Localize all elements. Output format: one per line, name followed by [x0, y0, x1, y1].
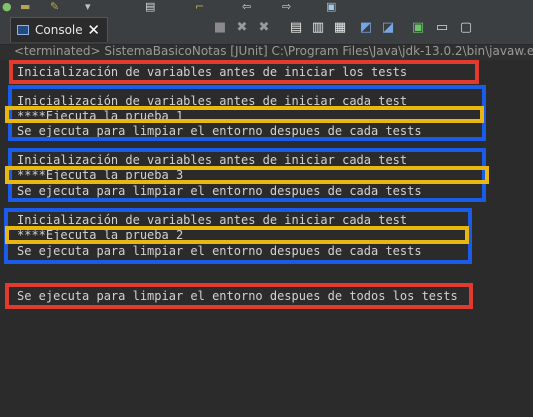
scroll-lock-icon[interactable]: ▥	[310, 20, 326, 36]
highlight-box-yellow	[5, 226, 469, 244]
launch-status: <terminated> SistemaBasicoNotas [JUnit] …	[14, 44, 533, 58]
view-menu-icon[interactable]: ▢	[458, 20, 474, 36]
prev-edit-icon[interactable]: ⌐	[195, 1, 204, 13]
edit-icon[interactable]: ✎	[50, 1, 59, 13]
back-icon[interactable]: ⇦	[242, 1, 251, 13]
pin-console-icon[interactable]: ◪	[380, 20, 396, 36]
highlight-box-yellow	[5, 166, 489, 184]
highlight-box-yellow	[5, 106, 484, 123]
clear-console-icon[interactable]: ▤	[288, 20, 304, 36]
terminate-icon[interactable]: ■	[212, 20, 228, 36]
perspective-icon[interactable]: ▣	[326, 1, 336, 13]
highlight-box-red	[5, 283, 473, 309]
folder-icon[interactable]: ▬	[20, 1, 30, 13]
word-wrap-icon[interactable]: ▦	[332, 20, 348, 36]
remove-all-icon[interactable]: ✖	[256, 20, 272, 36]
console-icon	[17, 25, 29, 35]
show-on-output-icon[interactable]: ◩	[358, 20, 374, 36]
display-console-icon[interactable]: ▣	[410, 20, 426, 36]
navigate-icon[interactable]: ▾	[85, 1, 91, 13]
tab-console-label: Console	[35, 23, 83, 37]
forward-icon[interactable]: ⇨	[282, 1, 291, 13]
close-icon[interactable]: ✕	[87, 22, 100, 38]
annotation-icon[interactable]: ▤	[145, 1, 155, 13]
run-icon[interactable]: ●	[2, 1, 12, 13]
console-output[interactable]: Inicialización de variables antes de ini…	[0, 60, 533, 417]
tab-console[interactable]: Console ✕	[10, 17, 108, 42]
console-toolbar: ■ ✖ ✖ ▤ ▥ ▦ ◩ ◪ ▣ ▭ ▢	[212, 18, 533, 40]
remove-launch-icon[interactable]: ✖	[234, 20, 250, 36]
top-toolbar: ● ▬ ✎ ▾ ▤ ⌐ ⇦ ⇨ ▣	[0, 0, 533, 14]
new-console-icon[interactable]: ▭	[434, 20, 450, 36]
highlight-box-red	[9, 60, 479, 84]
